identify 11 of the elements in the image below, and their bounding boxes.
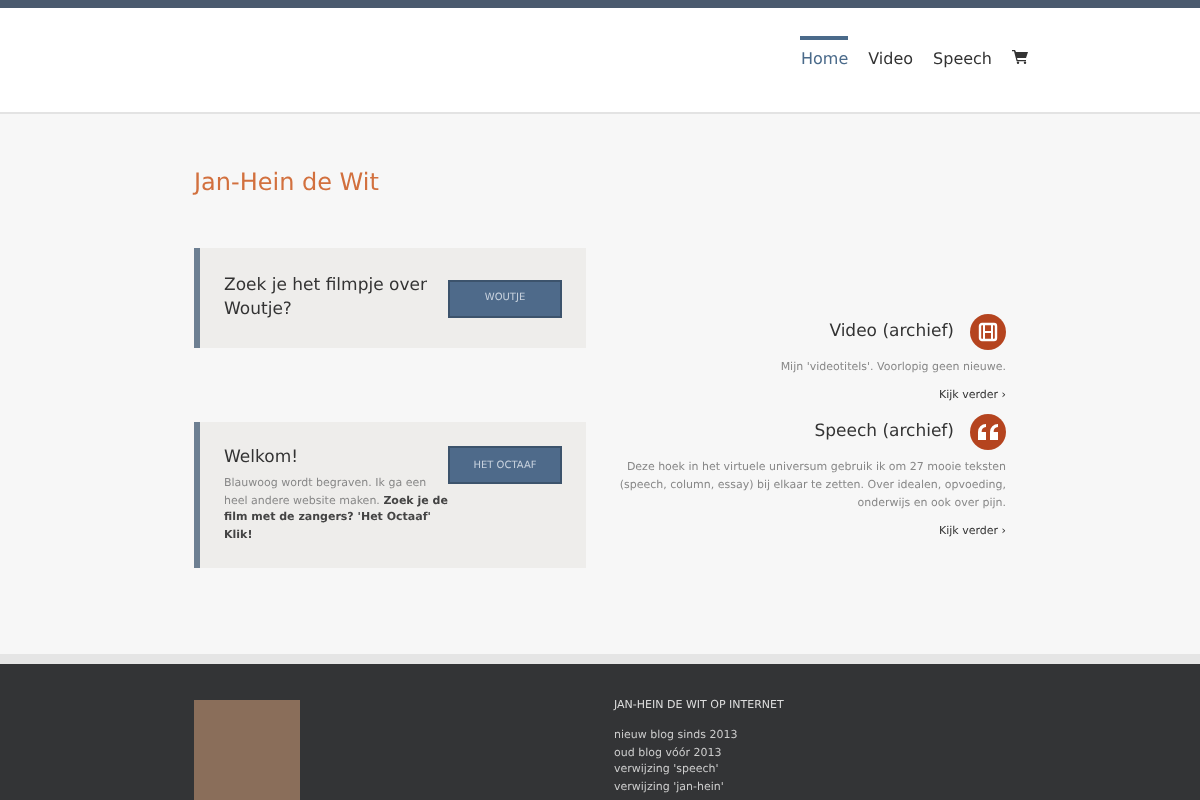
- nav-link[interactable]: Home: [800, 36, 849, 76]
- promo-heading: Welkom!: [224, 446, 301, 470]
- feature-title: Speech (archief): [814, 422, 954, 442]
- nav-link[interactable]: Video: [868, 36, 914, 76]
- promo-heading: Zoek je het filmpje over Woutje?: [224, 274, 429, 322]
- feature-title: Video (archief): [829, 322, 954, 342]
- photo-placeholder: [194, 700, 300, 800]
- film-icon: [970, 314, 1006, 350]
- quote-icon: [970, 414, 1006, 450]
- nav-link[interactable]: Speech: [933, 36, 992, 76]
- page-title: Jan-Hein de Wit: [194, 166, 381, 194]
